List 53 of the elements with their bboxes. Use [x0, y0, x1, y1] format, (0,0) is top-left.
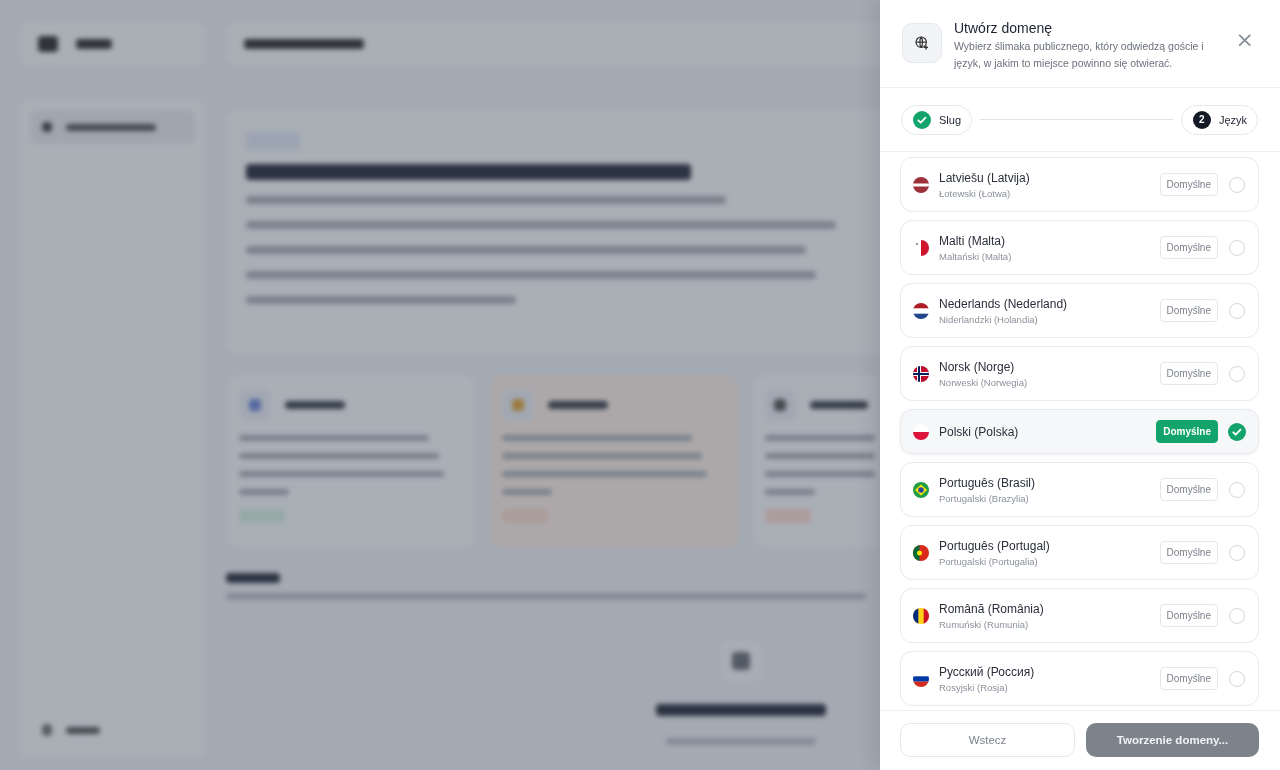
language-name: Русский (Россия)	[939, 664, 1036, 679]
language-option[interactable]: Русский (Россия) Rosyjski (Rosja) Domyślne	[900, 651, 1259, 706]
selected-check-icon[interactable]	[1228, 422, 1246, 441]
language-name: Norsk (Norge)	[939, 359, 1016, 374]
default-button[interactable]: Domyślne	[1159, 236, 1218, 259]
flag-icon	[913, 239, 929, 256]
flag-icon	[913, 607, 929, 624]
language-option[interactable]: Malti (Malta) Maltański (Malta) Domyślne	[900, 220, 1259, 275]
language-name: Nederlands (Nederland)	[939, 296, 1069, 311]
flag-icon	[913, 481, 929, 498]
flag-icon	[913, 176, 929, 193]
language-name: Polski (Polska)	[939, 424, 1020, 439]
flag-icon	[913, 302, 929, 319]
language-translation: Łotewski (Łotwa)	[939, 187, 1012, 199]
flag-icon	[913, 423, 929, 440]
default-button[interactable]: Domyślne	[1159, 299, 1218, 322]
language-name: Română (România)	[939, 601, 1045, 616]
default-button[interactable]: Domyślne	[1159, 604, 1218, 627]
language-translation: Niderlandzki (Holandia)	[939, 313, 1039, 325]
language-name: Português (Portugal)	[939, 538, 1051, 553]
language-option[interactable]: Português (Brasil) Portugalski (Brazylia) Domyślne	[900, 462, 1259, 517]
default-button[interactable]: Domyślne	[1159, 173, 1218, 196]
language-name: Português (Brasil)	[939, 475, 1037, 490]
language-option[interactable]: Nederlands (Nederland) Niderlandzki (Holandia) Domyślne	[900, 283, 1259, 338]
flag-icon	[913, 365, 929, 382]
drawer-title: Utwórz domenę	[954, 20, 1054, 36]
step-number: 2	[1192, 110, 1211, 129]
language-translation: Portugalski (Portugalia)	[939, 555, 1039, 567]
language-name: Malti (Malta)	[939, 233, 1006, 248]
language-translation: Norweski (Norwegia)	[939, 376, 1029, 388]
flag-icon	[913, 544, 929, 561]
check-icon[interactable]	[913, 110, 931, 129]
back-button[interactable]: Wstecz	[900, 723, 1075, 757]
language-translation: Portugalski (Brazylia)	[939, 492, 1030, 504]
language-option[interactable]: Português (Portugal) Portugalski (Portugalia) Domyślne	[900, 525, 1259, 580]
default-button[interactable]: Domyślne	[1159, 667, 1218, 690]
default-button[interactable]: Domyślne	[1159, 541, 1218, 564]
drawer-description: Wybierz ślimaka publicznego, który odwiedzą goście i język, w jakim to miejsce powinno się otwierać.	[954, 39, 1205, 71]
default-button[interactable]: Domyślne	[1156, 420, 1218, 443]
language-option[interactable]: Polski (Polska) Domyślne	[900, 409, 1259, 454]
default-button[interactable]: Domyślne	[1159, 478, 1218, 501]
language-translation: Rumuński (Rumunia)	[939, 618, 1030, 630]
step-label: Slug	[939, 113, 962, 126]
language-option[interactable]: Română (România) Rumuński (Rumunia) Domyślne	[900, 588, 1259, 643]
close-button[interactable]: ×	[1231, 30, 1258, 50]
language-name: Latviešu (Latvija)	[939, 170, 1031, 185]
step-label: Język	[1218, 113, 1247, 126]
language-option[interactable]: Norsk (Norge) Norweski (Norwegia) Domyślne	[900, 346, 1259, 401]
default-button[interactable]: Domyślne	[1159, 362, 1218, 385]
language-option[interactable]: Latviešu (Latvija) Łotewski (Łotwa) Domyślne	[900, 157, 1259, 212]
globe-icon	[914, 35, 930, 51]
language-translation: Maltański (Malta)	[939, 250, 1013, 262]
language-translation: Rosyjski (Rosja)	[939, 681, 1009, 693]
